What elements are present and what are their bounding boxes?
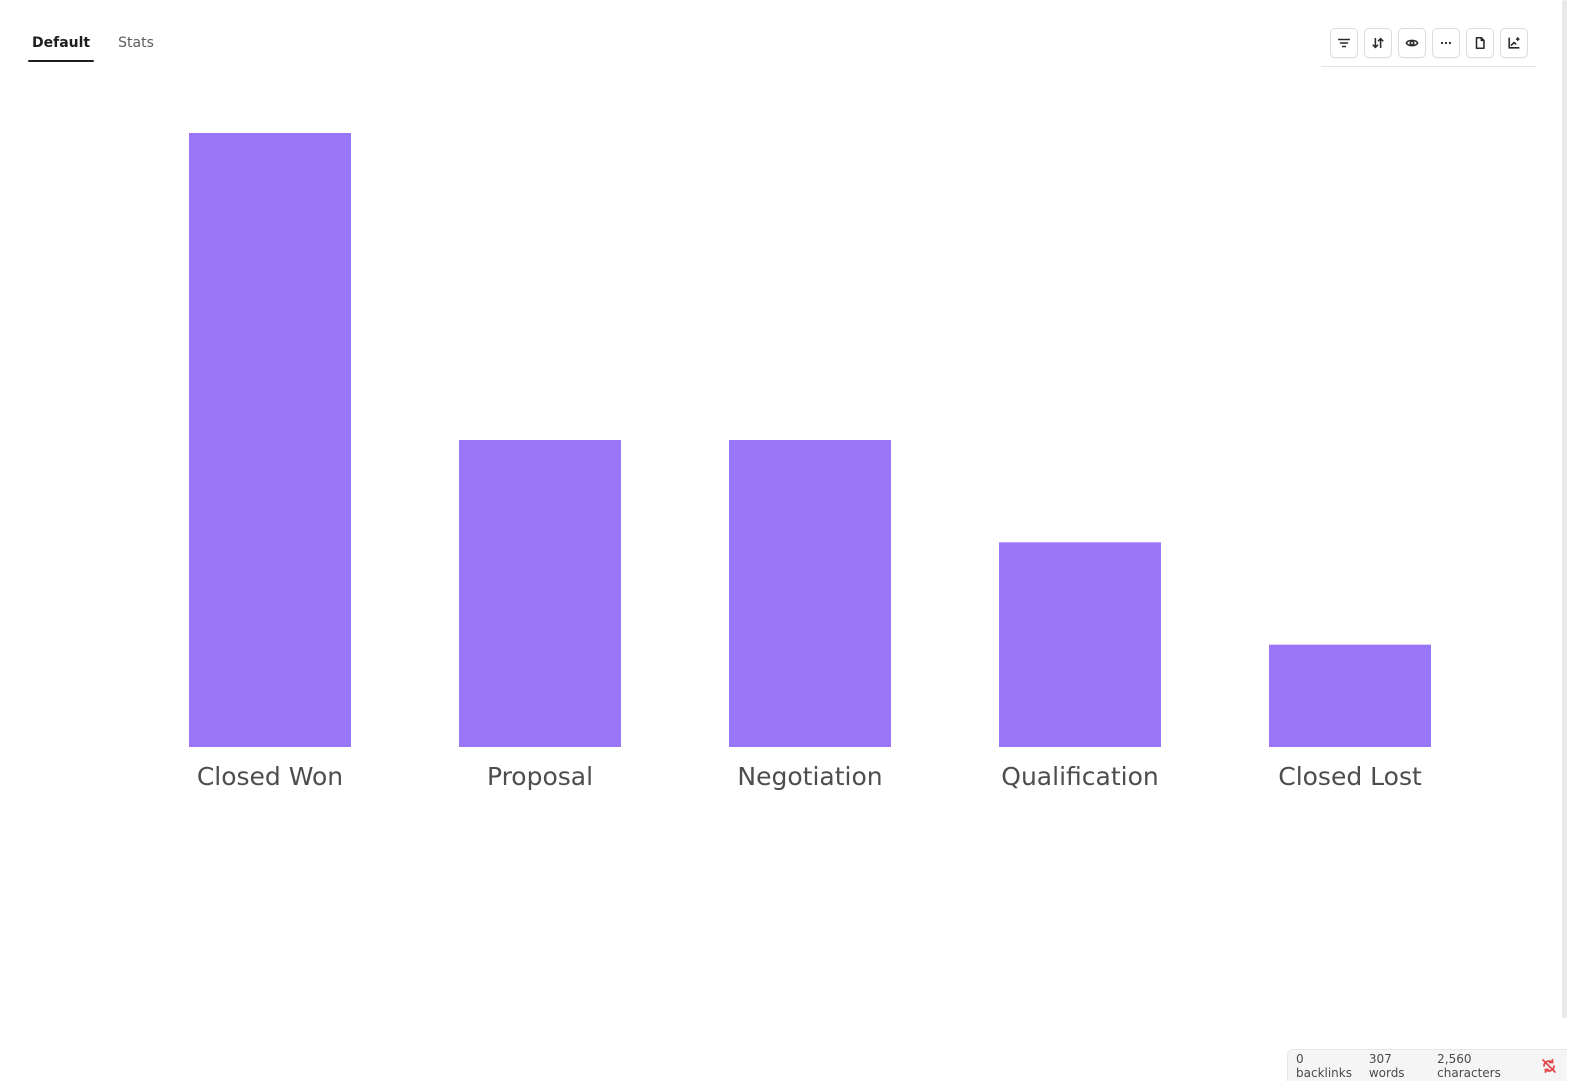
tab-stats[interactable]: Stats — [114, 26, 158, 62]
bar-qualification[interactable] — [999, 542, 1161, 747]
sync-off-icon — [1542, 1058, 1556, 1073]
sort-icon — [1372, 37, 1384, 49]
more-options-button[interactable] — [1432, 28, 1460, 58]
word-count: 307 words — [1368, 1051, 1405, 1080]
view-toolbar — [1321, 28, 1536, 67]
character-count: 2,560 characters — [1437, 1051, 1501, 1080]
sort-button[interactable] — [1364, 28, 1392, 58]
chart-export-icon — [1508, 37, 1520, 49]
app-window: Default Stats Closed Won Proposal Negoti… — [0, 0, 1574, 1081]
bar-proposal[interactable] — [459, 440, 621, 747]
filter-button[interactable] — [1330, 28, 1358, 58]
sync-status[interactable] — [1541, 1058, 1557, 1074]
bar-closed-lost[interactable] — [1269, 644, 1431, 747]
vertical-scrollbar[interactable] — [1562, 0, 1567, 1018]
new-note-button[interactable] — [1466, 28, 1494, 58]
x-tick-label: Closed Won — [197, 762, 343, 791]
file-icon — [1475, 36, 1485, 50]
bar-chart: Closed Won Proposal Negotiation Qualificati… — [189, 133, 1431, 791]
x-tick-label: Closed Lost — [1278, 762, 1422, 791]
bar-negotiation[interactable] — [729, 440, 891, 747]
tab-default[interactable]: Default — [28, 26, 95, 62]
x-tick-label: Negotiation — [737, 762, 882, 791]
backlinks-count[interactable]: 0 backlinks — [1296, 1052, 1357, 1080]
more-icon — [1440, 41, 1452, 45]
x-tick-label: Qualification — [1001, 762, 1158, 791]
bar-closed-won[interactable] — [189, 133, 351, 747]
chart-export-button[interactable] — [1500, 28, 1528, 58]
eye-icon — [1405, 39, 1419, 47]
visibility-button[interactable] — [1398, 28, 1426, 58]
status-bar: 0 backlinks 307 words 2,560 characters — [1287, 1049, 1567, 1081]
x-tick-label: Proposal — [487, 762, 593, 791]
view-tabs: Default Stats — [28, 26, 158, 62]
filter-icon — [1337, 38, 1351, 48]
